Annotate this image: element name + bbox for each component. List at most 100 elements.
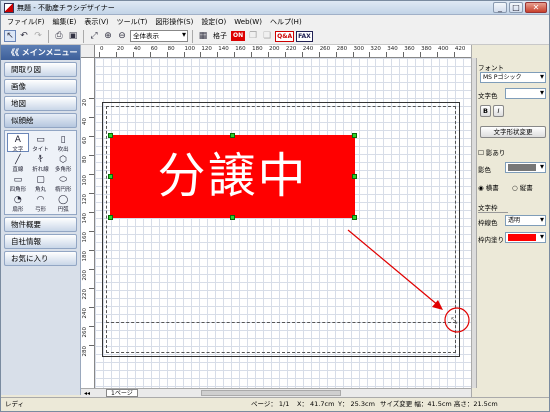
ruler-tick bbox=[284, 52, 286, 57]
resize-handle[interactable] bbox=[108, 174, 113, 179]
resize-handle[interactable] bbox=[108, 215, 113, 220]
grid-on-toggle[interactable]: ON bbox=[231, 31, 246, 41]
rounded-rect-tool[interactable]: ▢ 角丸 bbox=[30, 173, 52, 193]
horizontal-scrollbar[interactable]: ◂◂ 1ページ bbox=[81, 388, 471, 397]
sidebar-item-company-info[interactable]: 自社情報 bbox=[4, 234, 77, 249]
fax-button[interactable]: FAX bbox=[296, 30, 313, 42]
ruler-label: 140 bbox=[82, 213, 88, 224]
balloon-tool[interactable]: ▯ 吹出 bbox=[52, 133, 74, 153]
title-bar: 無題 - 不動産チラシデザイナー _ □ ✕ bbox=[1, 1, 549, 15]
fill-color-select[interactable] bbox=[505, 232, 546, 243]
shadow-checkbox[interactable]: ☐ 影あり bbox=[478, 147, 548, 157]
status-mode: レディ bbox=[5, 400, 25, 408]
banner-text-box[interactable]: 分譲中 bbox=[110, 135, 355, 218]
polygon-tool[interactable]: ⬡ 多角形 bbox=[52, 153, 74, 173]
bold-button[interactable]: B bbox=[480, 105, 491, 117]
qa-button[interactable]: Q&A bbox=[275, 30, 295, 42]
arc-segment-tool[interactable]: ◠ 弓形 bbox=[30, 193, 52, 213]
ruler-tick bbox=[437, 52, 438, 57]
ruler-tick bbox=[89, 231, 94, 232]
title-tool[interactable]: ▭ タイトル bbox=[30, 133, 52, 161]
close-button[interactable]: ✕ bbox=[525, 2, 547, 13]
grid-label: 格子 bbox=[213, 32, 227, 40]
menu-help[interactable]: ヘルプ(H) bbox=[266, 17, 306, 27]
sidebar-item-image[interactable]: 画像 bbox=[4, 79, 77, 94]
ellipse-tool[interactable]: ⬭ 楕円形 bbox=[52, 173, 74, 193]
ruler-label: 280 bbox=[82, 346, 88, 357]
ruler-label: 260 bbox=[319, 46, 331, 52]
ruler-tick bbox=[115, 52, 117, 57]
ruler-tick bbox=[89, 326, 94, 327]
page-tab[interactable]: 1ページ bbox=[106, 389, 138, 397]
ruler-label: 420 bbox=[454, 46, 466, 52]
polyline-tool[interactable]: ⌇ 折れ線 bbox=[30, 153, 52, 173]
resize-handle[interactable] bbox=[352, 174, 357, 179]
sidebar-item-property-summary[interactable]: 物件概要 bbox=[4, 217, 77, 232]
sidebar-item-floorplan[interactable]: 間取り図 bbox=[4, 62, 77, 77]
fit-page-icon[interactable]: ⤢ bbox=[88, 30, 100, 42]
font-select[interactable]: MS Pゴシック bbox=[480, 72, 546, 83]
menu-view[interactable]: 表示(V) bbox=[80, 17, 112, 27]
resize-handle[interactable] bbox=[230, 133, 235, 138]
ruler-label: 120 bbox=[201, 46, 212, 52]
vertical-radio[interactable]: ○ 縦書 bbox=[512, 182, 550, 192]
zoom-in-icon[interactable]: ⊕ bbox=[102, 30, 114, 42]
ruler-label: 220 bbox=[285, 46, 297, 52]
resize-handle[interactable] bbox=[230, 215, 235, 220]
copy-icon[interactable]: ❐ bbox=[247, 30, 259, 42]
sector-tool[interactable]: ◔ 扇形 bbox=[7, 193, 29, 213]
menu-shape[interactable]: 図形操作(S) bbox=[151, 17, 197, 27]
ruler-label: 240 bbox=[302, 46, 314, 52]
paste-icon[interactable]: ❏ bbox=[261, 30, 273, 42]
ruler-tick bbox=[99, 52, 100, 57]
sidebar-item-map[interactable]: 地図 bbox=[4, 96, 77, 111]
vertical-scrollbar[interactable] bbox=[472, 58, 477, 388]
ruler-label: 60 bbox=[150, 46, 158, 52]
menu-file[interactable]: ファイル(F) bbox=[3, 17, 49, 27]
line-tool[interactable]: ╱ 直線 bbox=[7, 153, 29, 173]
zoom-select[interactable]: 全体表示 bbox=[130, 30, 188, 42]
text-frame-tab[interactable]: 文字枠 bbox=[478, 202, 508, 213]
status-size: サイズ変更 幅：41.5cm 高さ：21.5cm bbox=[380, 400, 498, 408]
sidebar-item-portrait[interactable]: 似顔絵 bbox=[4, 113, 77, 128]
grid-icon[interactable]: ▦ bbox=[197, 30, 209, 42]
page-first-icon[interactable]: ◂◂ bbox=[84, 390, 90, 397]
minimize-button[interactable]: _ bbox=[493, 2, 507, 13]
ruler-label: 80 bbox=[82, 156, 88, 163]
shadow-color-select[interactable] bbox=[505, 162, 546, 173]
redo-icon[interactable]: ↷ bbox=[32, 30, 44, 42]
toolbar: ↖ ↶ ↷ ⎙ ▣ ⤢ ⊕ ⊖ 全体表示 ▦ 格子 ON ❐ ❏ Q&A FAX bbox=[1, 28, 549, 45]
save-icon[interactable]: ▣ bbox=[67, 30, 79, 42]
arc-tool[interactable]: ◯ 円弧 bbox=[52, 193, 74, 213]
pointer-icon[interactable]: ↖ bbox=[4, 30, 16, 42]
italic-button[interactable]: I bbox=[493, 105, 504, 117]
work-area: 0 20 40 60 80 100 120 140 160 180 200 220 240 260 280 3… bbox=[81, 45, 471, 388]
text-tool[interactable]: A 文字 bbox=[7, 133, 29, 153]
design-canvas[interactable]: 分譲中 ⤡ bbox=[95, 58, 471, 388]
undo-icon[interactable]: ↶ bbox=[18, 30, 30, 42]
maximize-button[interactable]: □ bbox=[509, 2, 523, 13]
resize-handle[interactable] bbox=[108, 133, 113, 138]
frame-color-select[interactable]: 透明 bbox=[505, 215, 546, 226]
resize-handle[interactable] bbox=[352, 215, 357, 220]
ruler-tick bbox=[89, 269, 94, 270]
menu-web[interactable]: Web(W) bbox=[230, 18, 266, 26]
ruler-tick bbox=[89, 212, 94, 213]
ruler-label: 40 bbox=[133, 46, 141, 52]
ruler-tick bbox=[89, 136, 94, 137]
rectangle-tool[interactable]: ▭ 四角形 bbox=[7, 173, 29, 193]
scroll-thumb[interactable] bbox=[201, 390, 341, 396]
text-shape-change-button[interactable]: 文字形状変更 bbox=[480, 126, 546, 138]
zoom-out-icon[interactable]: ⊖ bbox=[116, 30, 128, 42]
menu-tools[interactable]: ツール(T) bbox=[113, 17, 152, 27]
font-label: フォント bbox=[478, 64, 504, 72]
menu-edit[interactable]: 編集(E) bbox=[49, 17, 81, 27]
ruler-tick bbox=[251, 52, 253, 57]
ruler-label: 160 bbox=[235, 46, 246, 52]
main-menu-header: 《《 メインメニュー bbox=[1, 45, 80, 60]
print-icon[interactable]: ⎙ bbox=[53, 30, 65, 42]
sidebar-item-favorites[interactable]: お気に入り bbox=[4, 251, 77, 266]
resize-handle[interactable] bbox=[352, 133, 357, 138]
text-color-select[interactable] bbox=[505, 88, 546, 99]
menu-settings[interactable]: 設定(O) bbox=[197, 17, 230, 27]
